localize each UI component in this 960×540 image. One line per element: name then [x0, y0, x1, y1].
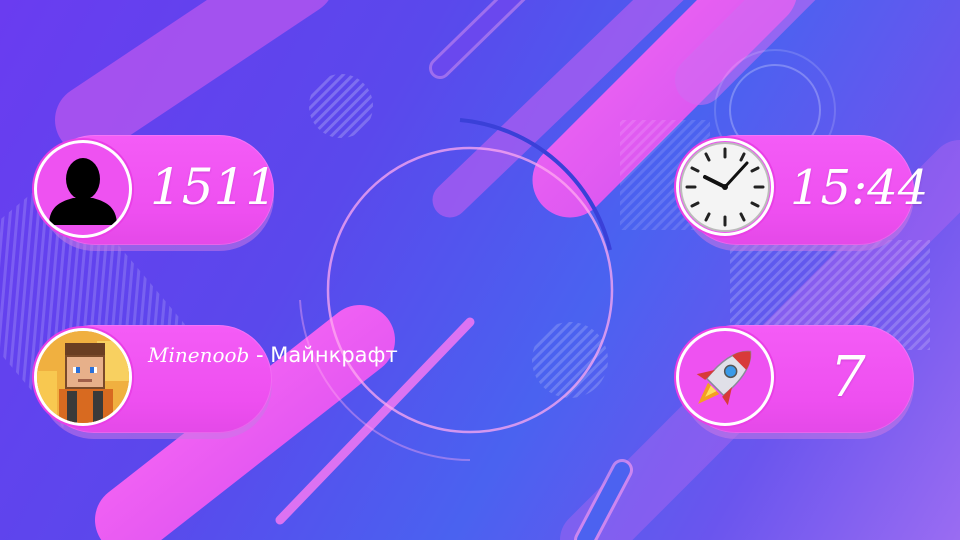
clock-time: 15:44	[790, 160, 929, 216]
boost-count: 7	[830, 345, 866, 410]
online-count: 1511	[150, 158, 278, 216]
players-badge	[34, 140, 132, 238]
person-silhouette-icon	[49, 158, 117, 225]
minecraft-skin-avatar	[37, 331, 129, 423]
server-name-styled: Minenoob	[148, 343, 250, 367]
boost-badge	[676, 328, 774, 426]
rocket-icon	[696, 350, 752, 406]
clock-badge	[676, 138, 774, 236]
server-avatar-badge	[34, 328, 132, 426]
server-name: Minenoob - Майнкрафт	[148, 343, 398, 367]
analog-clock-icon	[680, 142, 770, 232]
background-art	[0, 0, 960, 540]
server-name-suffix: - Майнкрафт	[249, 343, 398, 367]
